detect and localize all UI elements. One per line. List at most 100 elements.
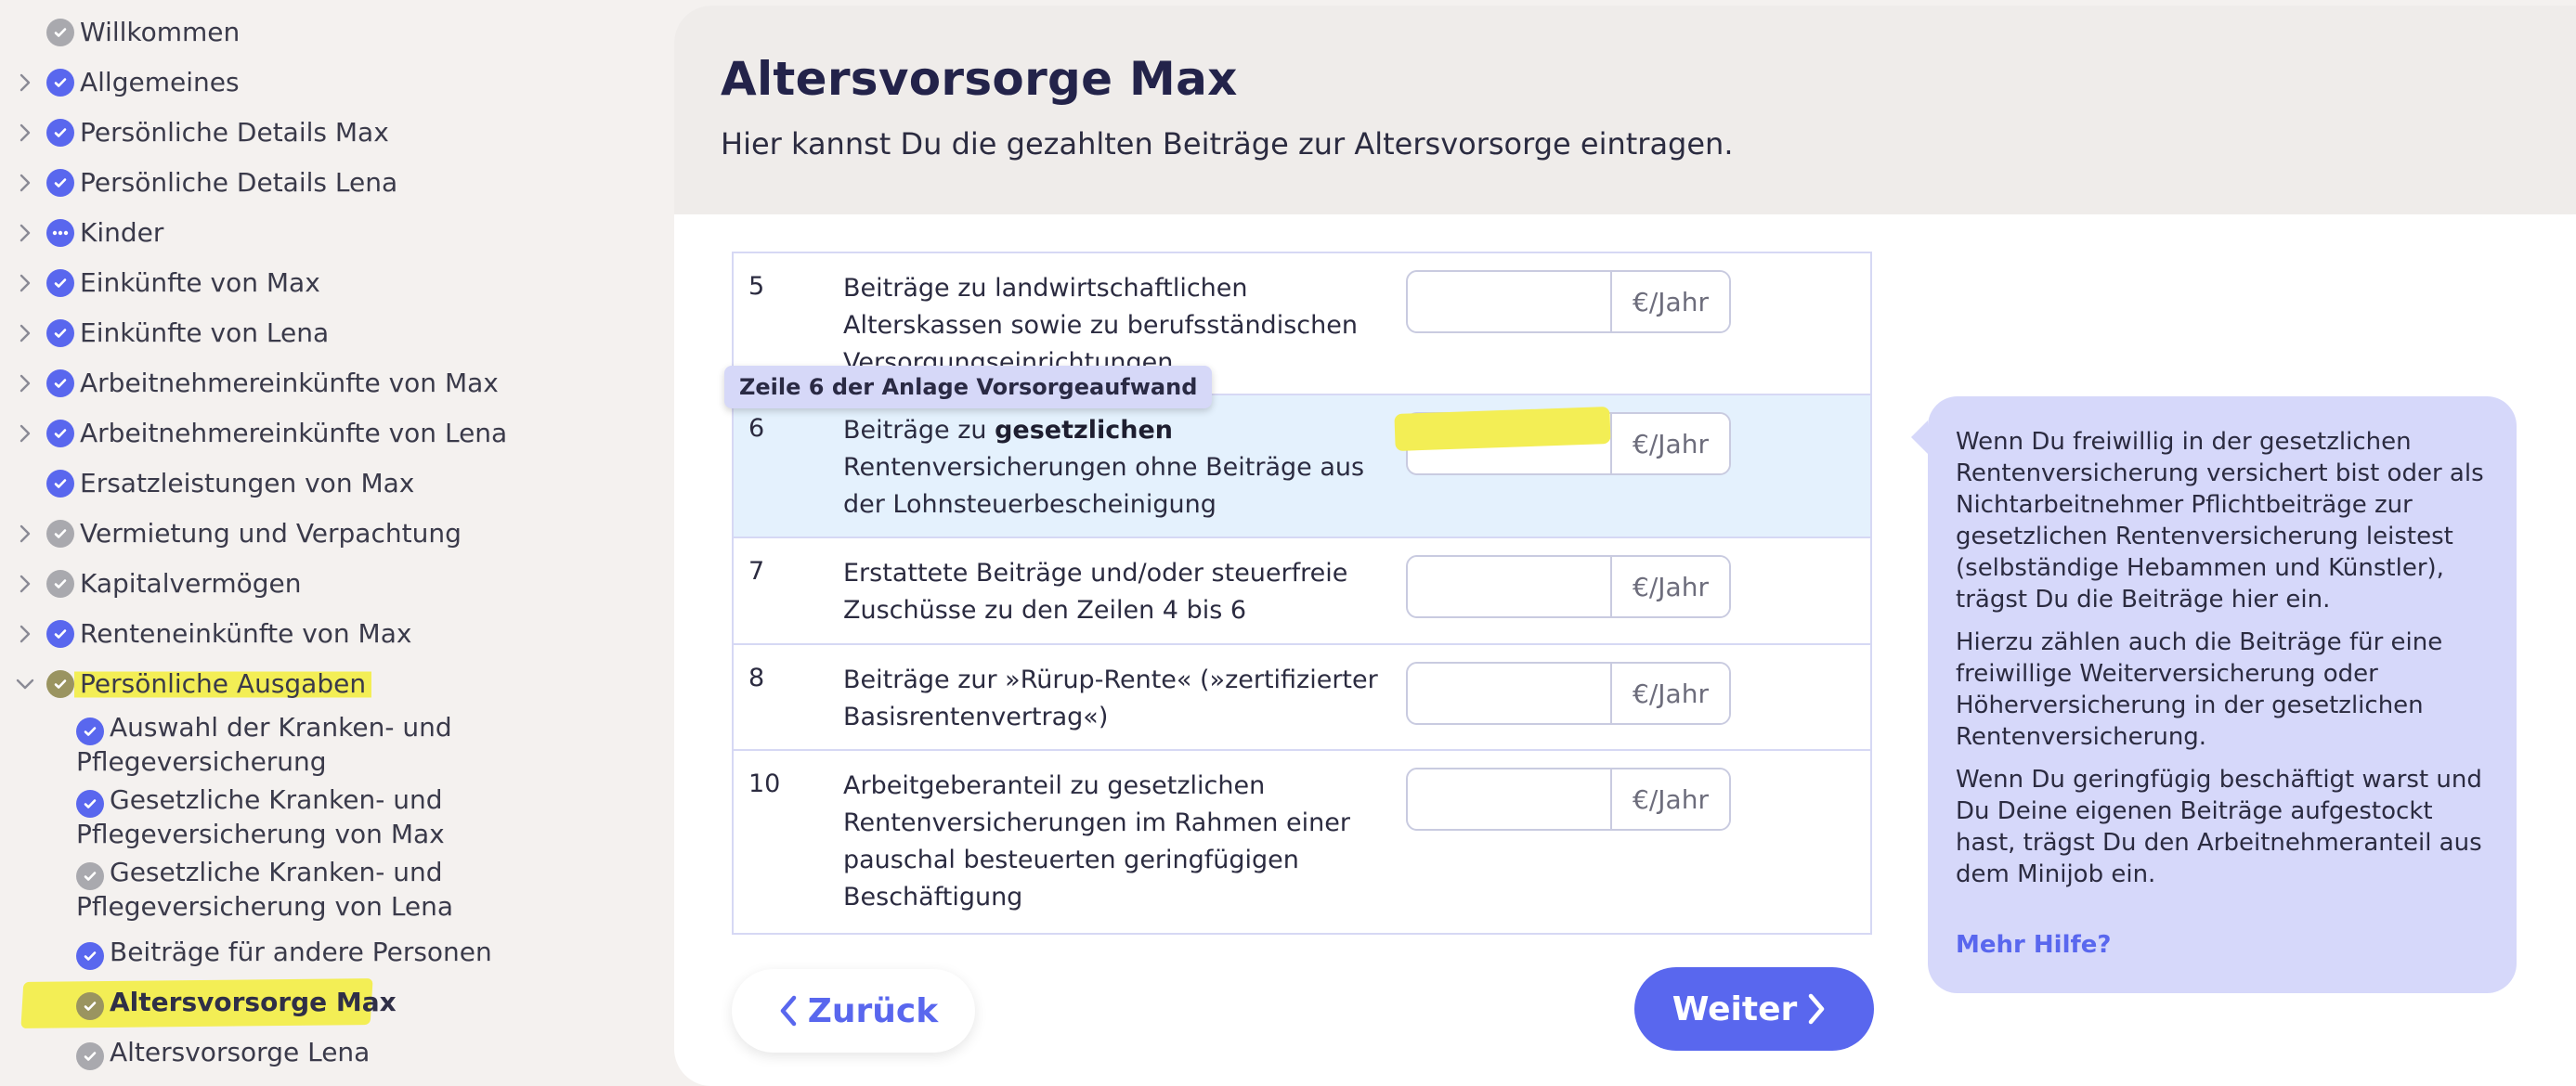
row-number: 5 [748, 272, 765, 301]
chevron-right-icon[interactable] [13, 271, 37, 295]
check-icon [46, 620, 74, 648]
chevron-right-icon[interactable] [13, 421, 37, 446]
page-subtitle: Hier kannst Du die gezahlten Beiträge zu… [721, 126, 1734, 162]
chevron-down-icon[interactable] [13, 672, 37, 696]
page-header: Altersvorsorge Max Hier kannst Du die ge… [674, 6, 2576, 214]
row-description: Beiträge zu gesetzlichen Rentenversicher… [843, 412, 1400, 524]
chevron-right-icon[interactable] [13, 121, 37, 145]
amount-input-row-8[interactable] [1408, 664, 1610, 723]
chevron-left-icon [780, 995, 797, 1027]
check-icon [46, 369, 74, 397]
row-description: Arbeitgeberanteil zu gesetzlichen Renten… [843, 771, 1350, 911]
check-icon [46, 470, 74, 498]
check-icon [46, 119, 74, 147]
next-button-label: Weiter [1672, 989, 1798, 1028]
sidebar-subitem-altersvorsorge-max[interactable]: Altersvorsorge Max [20, 978, 503, 1028]
row-number: 8 [748, 664, 765, 692]
check-icon [46, 19, 74, 46]
sidebar-subitem-beitraege-andere[interactable]: Beiträge für andere Personen [76, 936, 503, 970]
amount-field-row-5: €/Jahr [1406, 270, 1731, 333]
chevron-right-icon[interactable] [13, 572, 37, 596]
check-icon [76, 790, 104, 818]
sidebar-item-label: Vermietung und Verpachtung [80, 518, 462, 549]
sidebar-nav: Willkommen Allgemeines Persönliche Detai… [0, 0, 669, 1086]
sidebar-item-label: Renteneinkünfte von Max [80, 618, 412, 649]
form-row-6: 6 Beiträge zu gesetzlichen Rentenversich… [734, 395, 1870, 538]
sidebar-subitem-auswahl-kranken[interactable]: Auswahl der Kranken- und Pflegeversicher… [76, 711, 503, 779]
form-row-7: 7 Erstattete Beiträge und/oder steuerfre… [734, 538, 1870, 645]
sidebar-subitem-label: Auswahl der Kranken- und Pflegeversicher… [76, 712, 452, 777]
sidebar-subitem-label: Gesetzliche Kranken- und Pflegeversicher… [76, 857, 454, 922]
row-text-part: Beiträge zu [843, 416, 995, 445]
row-text-bold: gesetzlichen [995, 416, 1173, 445]
next-button[interactable]: Weiter [1634, 967, 1874, 1051]
amount-input-row-7[interactable] [1408, 557, 1610, 616]
amount-field-row-10: €/Jahr [1406, 768, 1731, 831]
check-icon [46, 69, 74, 97]
sidebar-item-label: Ersatzleistungen von Max [80, 468, 415, 498]
chevron-right-icon[interactable] [13, 321, 37, 345]
row-description: Beiträge zu landwirtschaftlichen Altersk… [843, 274, 1358, 377]
check-icon [46, 169, 74, 197]
sidebar-item-label: Allgemeines [80, 67, 240, 97]
check-icon [46, 319, 74, 347]
page-title: Altersvorsorge Max [721, 52, 1238, 106]
sidebar-item-label: Einkünfte von Lena [80, 317, 330, 348]
sidebar-item-label: Willkommen [80, 17, 241, 47]
chevron-right-icon[interactable] [13, 522, 37, 546]
chevron-right-icon[interactable] [13, 371, 37, 395]
more-help-link[interactable]: Mehr Hilfe? [1956, 931, 2112, 959]
unit-label: €/Jahr [1610, 414, 1729, 473]
row-tooltip: Zeile 6 der Anlage Vorsorgeaufwand [724, 366, 1213, 408]
help-panel: Wenn Du freiwillig in der gesetzlichen R… [1911, 396, 2517, 993]
sidebar-subitem-label: Altersvorsorge Max [110, 987, 397, 1017]
check-icon [76, 1042, 104, 1070]
chevron-right-icon[interactable] [13, 71, 37, 95]
unit-label: €/Jahr [1610, 664, 1729, 723]
contribution-form: 5 Beiträge zu landwirtschaftlichen Alter… [732, 252, 1872, 935]
sidebar-subitem-altersvorsorge-lena[interactable]: Altersvorsorge Lena [76, 1036, 503, 1070]
help-paragraph: Wenn Du geringfügig beschäftigt warst un… [1956, 766, 2482, 888]
check-icon [46, 269, 74, 297]
back-button[interactable]: Zurück [732, 969, 975, 1053]
row-description: Beiträge zur »Rürup-Rente« (»zertifizier… [843, 666, 1378, 731]
row-text-part: Rentenversicherungen ohne Beiträge aus d… [843, 453, 1365, 519]
row-number: 10 [748, 769, 781, 798]
amount-input-row-5[interactable] [1408, 272, 1610, 331]
sidebar-subitem-gkv-max[interactable]: Gesetzliche Kranken- und Pflegeversicher… [76, 783, 503, 851]
check-icon [46, 520, 74, 548]
check-icon [46, 570, 74, 598]
sidebar-item-label: Arbeitnehmereinkünfte von Max [80, 368, 499, 398]
row-number: 7 [748, 557, 765, 586]
unit-label: €/Jahr [1610, 769, 1729, 829]
row-description: Erstattete Beiträge und/oder steuerfreie… [843, 559, 1348, 625]
sidebar-item-label: Persönliche Details Max [80, 117, 389, 148]
chevron-right-icon[interactable] [13, 221, 37, 245]
help-paragraph: Hierzu zählen auch die Beiträge für eine… [1956, 628, 2443, 751]
main-card: Altersvorsorge Max Hier kannst Du die ge… [674, 6, 2576, 1086]
help-paragraph: Wenn Du freiwillig in der gesetzlichen R… [1956, 428, 2484, 614]
sidebar-subitem-gkv-lena[interactable]: Gesetzliche Kranken- und Pflegeversicher… [76, 856, 503, 924]
amount-input-row-10[interactable] [1408, 769, 1610, 829]
form-row-10: 10 Arbeitgeberanteil zu gesetzlichen Ren… [734, 751, 1870, 933]
ellipsis-icon [46, 219, 74, 247]
amount-field-row-6: €/Jahr [1406, 412, 1731, 475]
amount-field-row-7: €/Jahr [1406, 555, 1731, 618]
check-icon [46, 670, 74, 698]
unit-label: €/Jahr [1610, 557, 1729, 616]
sidebar-subitem-label: Altersvorsorge Lena [110, 1037, 371, 1067]
sidebar-subitem-label: Gesetzliche Kranken- und Pflegeversicher… [76, 784, 445, 849]
sidebar-item-label: Persönliche Ausgaben [74, 668, 372, 700]
check-icon [76, 992, 104, 1020]
unit-label: €/Jahr [1610, 272, 1729, 331]
check-icon [76, 862, 104, 890]
amount-input-row-6[interactable] [1408, 414, 1610, 473]
chevron-right-icon[interactable] [13, 622, 37, 646]
sidebar-item-label: Persönliche Details Lena [80, 167, 398, 198]
amount-field-row-8: €/Jahr [1406, 662, 1731, 725]
sidebar-item-label: Kinder [80, 217, 164, 248]
sidebar-subitem-label: Beiträge für andere Personen [110, 937, 492, 967]
chevron-right-icon[interactable] [13, 171, 37, 195]
form-row-8: 8 Beiträge zur »Rürup-Rente« (»zertifizi… [734, 645, 1870, 751]
check-icon [76, 718, 104, 745]
